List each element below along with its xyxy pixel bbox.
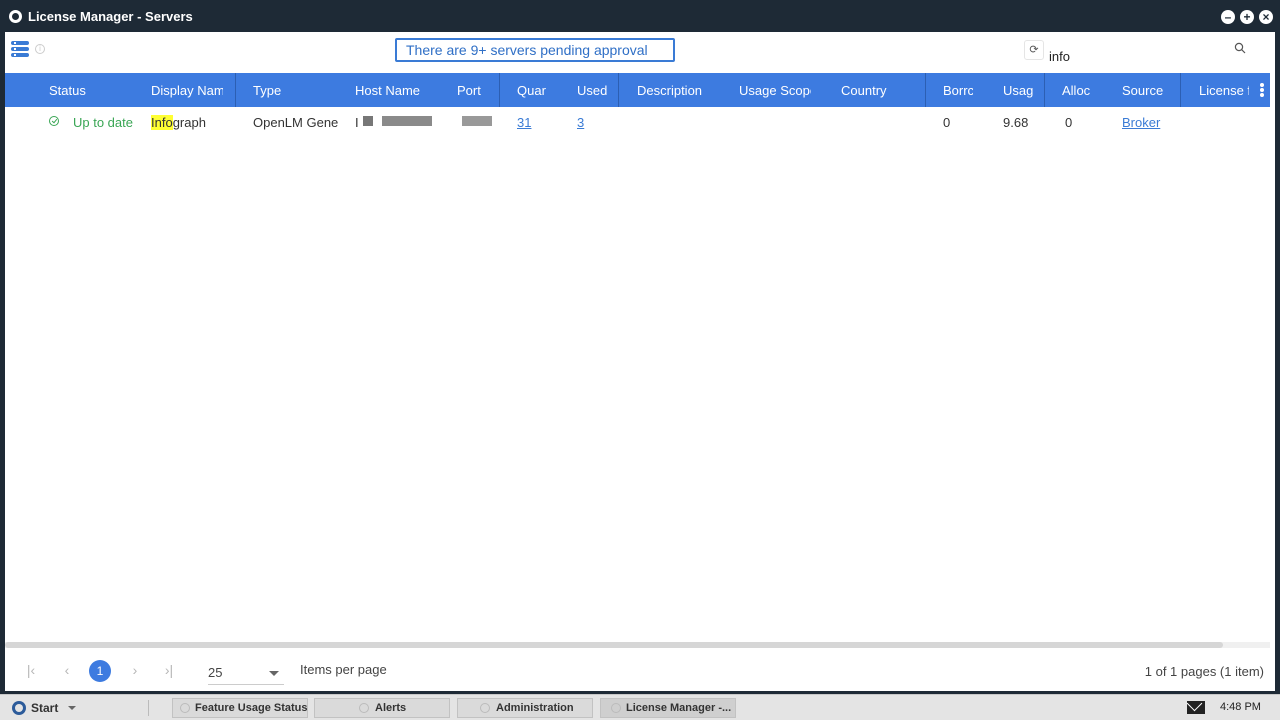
servers-panel: i There are 9+ servers pending approval … — [5, 32, 1275, 691]
license-manager-window: License Manager - Servers – + × i There … — [0, 0, 1280, 694]
close-button[interactable]: × — [1259, 10, 1273, 24]
task-administration[interactable]: Administration — [457, 698, 593, 718]
license-file-cell — [1199, 107, 1259, 139]
task-label: Feature Usage Status — [195, 702, 308, 714]
column-header-description[interactable]: Description — [637, 73, 727, 107]
task-license-manager[interactable]: License Manager -... — [600, 698, 736, 718]
redacted-host — [363, 116, 373, 126]
start-logo-icon — [12, 701, 26, 715]
column-header-display-name[interactable]: Display Nam — [151, 73, 223, 107]
task-label: License Manager -... — [626, 702, 732, 714]
type-cell: OpenLM Gene — [253, 115, 339, 130]
column-header-source[interactable]: Source — [1122, 73, 1172, 107]
chevron-down-icon — [269, 671, 279, 676]
column-header-country[interactable]: Country — [841, 73, 921, 107]
start-button[interactable]: Start — [6, 698, 78, 718]
clock: 4:48 PM — [1220, 701, 1261, 713]
start-label: Start — [31, 701, 59, 715]
prev-page-button[interactable]: ‹ — [59, 662, 75, 678]
borrowed-cell: 0 — [943, 115, 951, 130]
redacted-port — [462, 116, 492, 126]
column-header-borrowed[interactable]: Borrc — [943, 73, 973, 107]
refresh-icon[interactable]: ⟳ — [1024, 40, 1044, 60]
column-header-port[interactable]: Port — [457, 73, 497, 107]
items-per-page-select[interactable]: 25 — [208, 663, 284, 685]
display-name-rest: graph — [172, 115, 206, 130]
page-summary: 1 of 1 pages (1 item) — [1144, 664, 1264, 679]
source-link[interactable]: Broker — [1122, 107, 1167, 139]
usage-cell: 9.68 — [1003, 115, 1029, 130]
search-input[interactable] — [1049, 46, 1224, 66]
column-header-allocated[interactable]: Alloc — [1062, 73, 1093, 107]
column-header-type[interactable]: Type — [253, 73, 323, 107]
display-name-cell[interactable]: Infograph — [151, 107, 231, 139]
maximize-button[interactable]: + — [1240, 10, 1254, 24]
column-header-host-name[interactable]: Host Name — [355, 73, 445, 107]
column-header-quarantine[interactable]: Quar — [517, 73, 551, 107]
country-cell — [841, 107, 921, 139]
app-logo-icon — [9, 10, 22, 23]
task-alerts[interactable]: Alerts — [314, 698, 450, 718]
task-feature-usage-status[interactable]: Feature Usage Status — [172, 698, 308, 718]
usage-scope-cell — [739, 107, 829, 139]
next-page-button[interactable]: › — [127, 662, 143, 678]
app-icon — [611, 703, 621, 713]
chevron-down-icon — [68, 706, 76, 710]
quarantine-link[interactable]: 31 — [517, 107, 537, 139]
table-header: Status Display Nam Type Host Name Port Q… — [5, 73, 1270, 107]
column-header-usage-scope[interactable]: Usage Scope — [739, 73, 811, 107]
taskbar-separator — [148, 700, 149, 716]
items-per-page-value: 25 — [208, 665, 223, 680]
items-per-page-label: Items per page — [300, 662, 387, 677]
column-header-usage[interactable]: Usag — [1003, 73, 1033, 107]
column-header-license-file[interactable]: License fi — [1199, 73, 1249, 107]
current-page-button[interactable]: 1 — [89, 660, 111, 682]
column-menu-icon[interactable] — [11, 41, 29, 59]
last-page-button[interactable]: ›| — [161, 662, 177, 678]
first-page-button[interactable]: |‹ — [23, 662, 39, 678]
search-highlight: Info — [151, 115, 173, 130]
window-title: License Manager - Servers — [28, 9, 193, 24]
column-options-icon[interactable] — [1260, 83, 1264, 97]
column-header-status[interactable]: Status — [49, 73, 129, 107]
app-icon — [359, 703, 369, 713]
column-header-used[interactable]: Used — [577, 73, 613, 107]
status-cell: Up to date — [73, 115, 133, 130]
table-row[interactable]: Up to date Infograph OpenLM Gene I 31 3 … — [5, 107, 1270, 139]
status-ok-icon — [49, 116, 59, 126]
task-label: Administration — [496, 702, 574, 714]
pagination-bar: |‹ ‹ 1 › ›| 25 Items per page 1 of 1 pag… — [5, 648, 1270, 691]
app-icon — [480, 703, 490, 713]
info-icon[interactable]: i — [35, 44, 45, 54]
app-icon — [180, 703, 190, 713]
title-bar[interactable]: License Manager - Servers – + × — [0, 0, 1280, 32]
description-cell — [637, 107, 727, 139]
allocated-cell: 0 — [1065, 115, 1073, 130]
taskbar: Start Feature Usage Status Alerts Admini… — [0, 694, 1280, 720]
search-icon[interactable] — [1234, 42, 1246, 54]
used-link[interactable]: 3 — [577, 107, 591, 139]
pending-approval-button[interactable]: There are 9+ servers pending approval — [395, 38, 675, 62]
redacted-host-2 — [382, 116, 432, 126]
minimize-button[interactable]: – — [1221, 10, 1235, 24]
task-label: Alerts — [375, 702, 407, 714]
mail-icon[interactable] — [1187, 701, 1205, 714]
